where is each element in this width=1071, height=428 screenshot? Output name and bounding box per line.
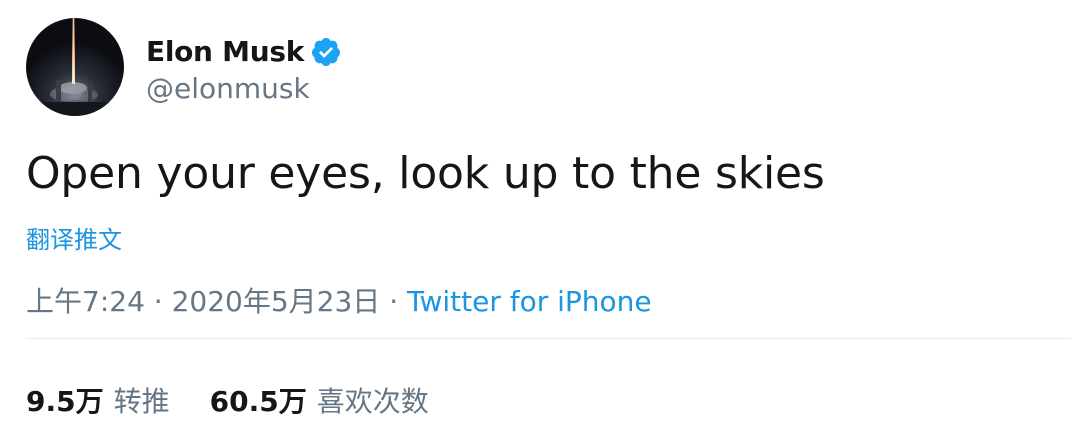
likes-stat[interactable]: 60.5万 喜欢次数 xyxy=(210,380,429,420)
likes-count: 60.5万 xyxy=(209,385,307,418)
tweet-header: Elon Musk @elonmusk xyxy=(26,18,342,116)
tweet-stats: 9.5万 转推 60.5万 喜欢次数 xyxy=(26,380,429,420)
tweet-source-link[interactable]: Twitter for iPhone xyxy=(407,285,652,318)
tweet-time[interactable]: 上午7:24 xyxy=(26,285,145,318)
meta-separator: · xyxy=(144,285,172,318)
translate-tweet-link[interactable]: 翻译推文 xyxy=(26,220,122,255)
avatar[interactable] xyxy=(26,18,124,116)
tweet-date[interactable]: 2020年5月23日 xyxy=(172,285,381,318)
tweet-text: Open your eyes, look up to the skies xyxy=(26,148,825,199)
retweets-label: 转推 xyxy=(113,385,170,418)
display-name[interactable]: Elon Musk xyxy=(146,35,304,68)
verified-badge-icon xyxy=(310,36,342,68)
retweets-stat[interactable]: 9.5万 转推 xyxy=(26,380,170,420)
divider xyxy=(26,338,1071,339)
retweets-count: 9.5万 xyxy=(26,385,104,418)
meta-separator: · xyxy=(380,285,407,318)
user-names: Elon Musk @elonmusk xyxy=(146,30,342,105)
tweet-meta: 上午7:24 · 2020年5月23日 · Twitter for iPhone xyxy=(26,280,652,320)
name-row: Elon Musk xyxy=(146,30,342,74)
user-handle[interactable]: @elonmusk xyxy=(146,72,342,105)
likes-label: 喜欢次数 xyxy=(316,385,429,418)
tweet-detail: Elon Musk @elonmusk Open your eyes, look… xyxy=(0,0,1071,428)
rocket-launch-avatar-icon xyxy=(26,18,124,116)
